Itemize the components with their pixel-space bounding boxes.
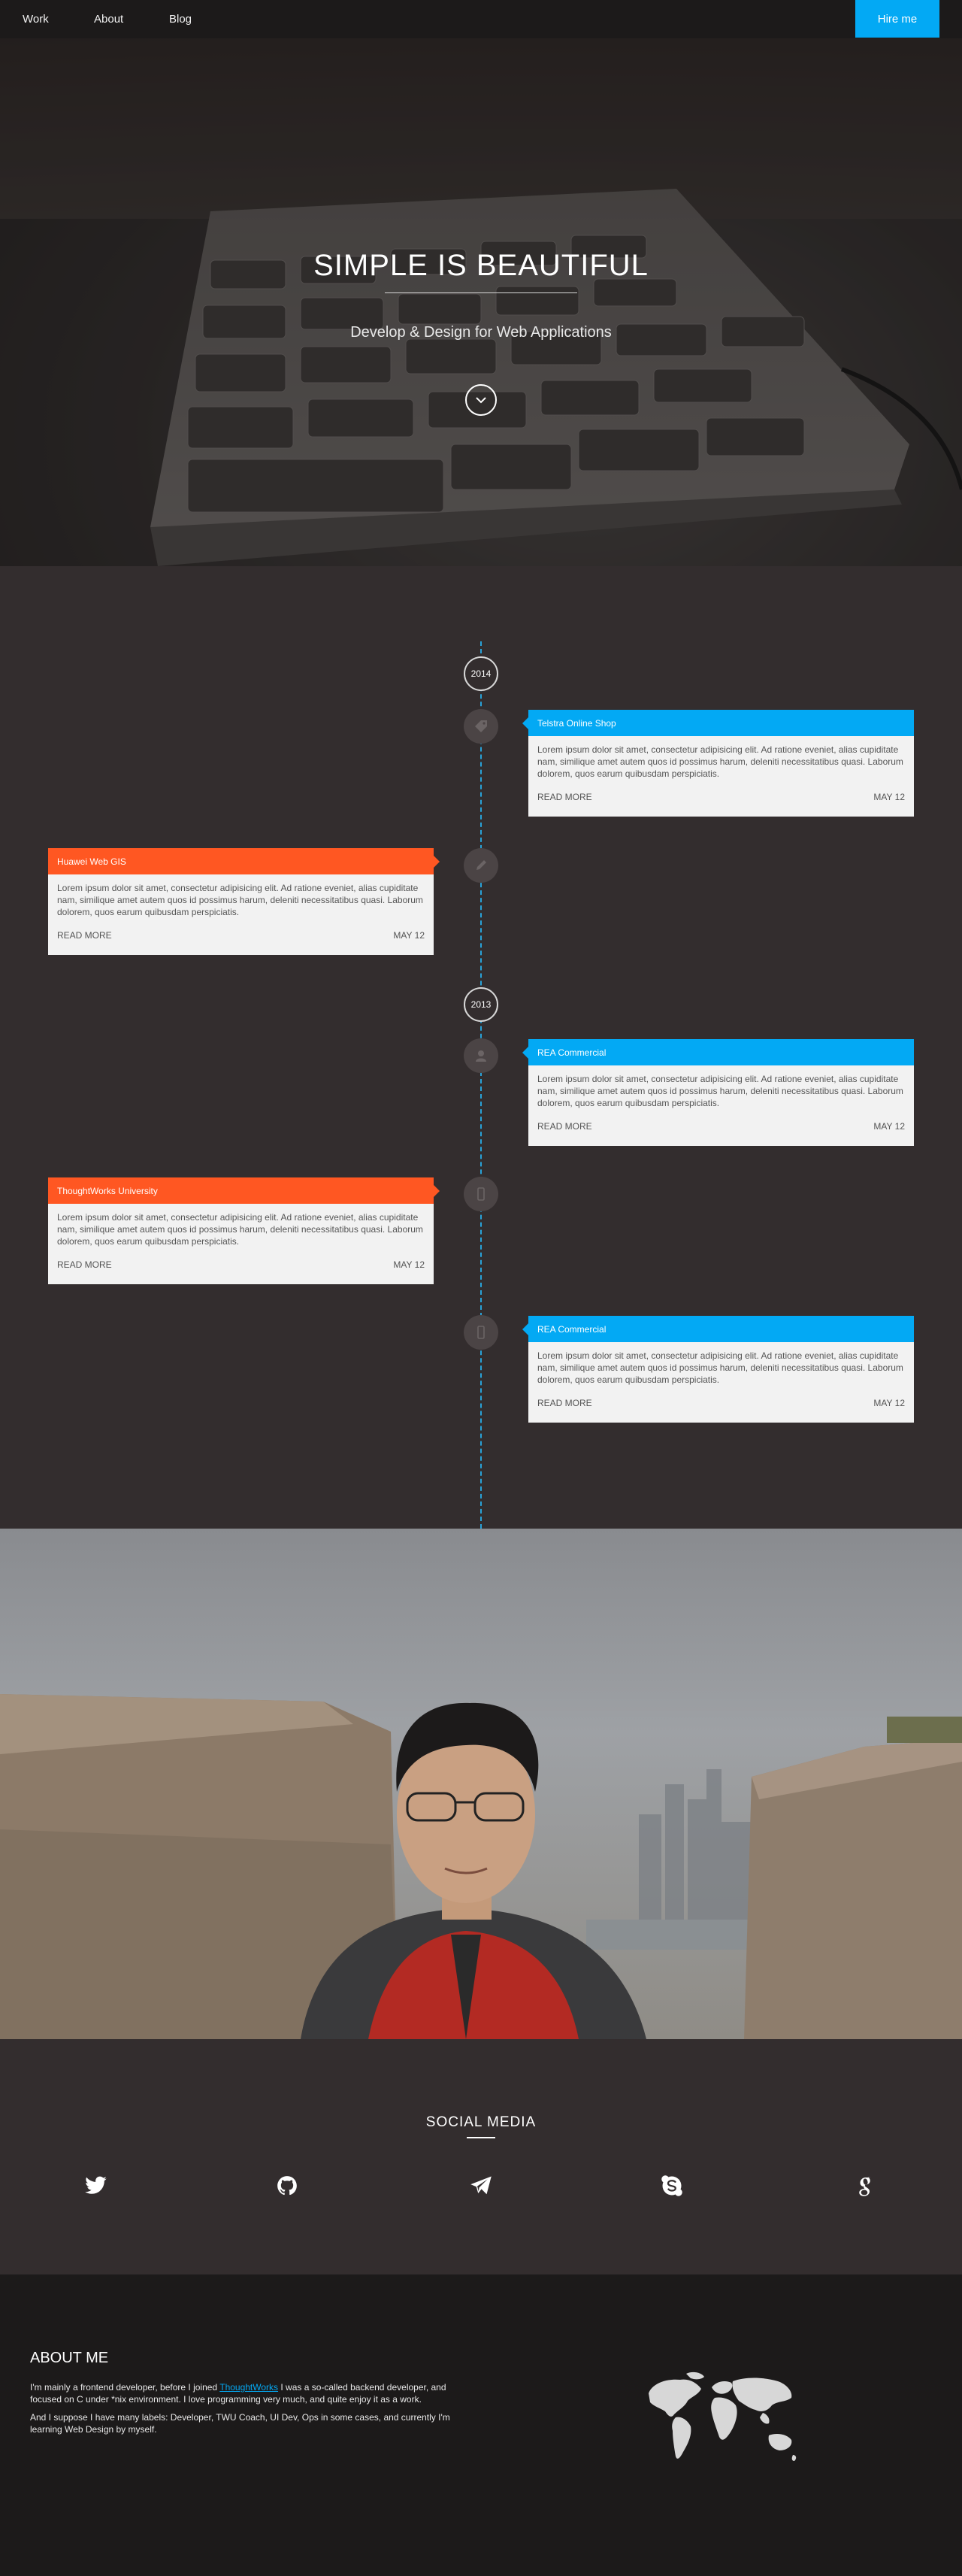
read-more-link[interactable]: READ MORE xyxy=(57,1259,112,1270)
mobile-icon xyxy=(477,1187,485,1201)
card-date: MAY 12 xyxy=(393,930,425,941)
social-media-section: SOCIAL MEDIA xyxy=(0,2039,962,2274)
read-more-link[interactable]: READ MORE xyxy=(537,792,592,802)
timeline-node xyxy=(464,1315,498,1350)
card-title[interactable]: REA Commercial xyxy=(528,1316,914,1342)
card-body: Lorem ipsum dolor sit amet, consectetur … xyxy=(57,1212,423,1247)
year-marker-2013: 2013 xyxy=(464,987,498,1022)
hero-section: SIMPLE IS BEAUTIFUL Develop & Design for… xyxy=(0,38,962,566)
timeline-card[interactable]: Telstra Online Shop Lorem ipsum dolor si… xyxy=(522,710,914,817)
world-map-icon xyxy=(649,2371,797,2461)
about-title: ABOUT ME xyxy=(30,2350,109,2366)
timeline-card[interactable]: REA Commercial Lorem ipsum dolor sit ame… xyxy=(522,1316,914,1423)
social-title: SOCIAL MEDIA xyxy=(425,2114,537,2130)
scroll-down-button[interactable] xyxy=(465,384,497,416)
read-more-link[interactable]: READ MORE xyxy=(537,1398,592,1408)
about-text: I'm mainly a frontend developer, before … xyxy=(30,2382,220,2393)
timeline-node xyxy=(464,709,498,744)
card-body: Lorem ipsum dolor sit amet, consectetur … xyxy=(537,744,903,779)
about-paragraph-2: And I suppose I have many labels: Develo… xyxy=(30,2412,450,2435)
timeline-node xyxy=(464,1038,498,1073)
timeline-axis xyxy=(480,641,482,1529)
card-body: Lorem ipsum dolor sit amet, consectetur … xyxy=(537,1074,903,1108)
hire-me-button[interactable]: Hire me xyxy=(855,0,939,38)
telegram-link[interactable] xyxy=(466,2171,496,2201)
card-title[interactable]: Huawei Web GIS xyxy=(48,848,434,874)
nav-blog[interactable]: Blog xyxy=(169,13,192,26)
card-date: MAY 12 xyxy=(873,1398,905,1408)
pencil-icon xyxy=(476,860,486,870)
google-link[interactable] xyxy=(851,2171,881,2201)
timeline-section: 2014 Telstra Online Shop Lorem ipsum dol… xyxy=(0,566,962,1529)
card-body: Lorem ipsum dolor sit amet, consectetur … xyxy=(537,1350,903,1385)
timeline-card[interactable]: REA Commercial Lorem ipsum dolor sit ame… xyxy=(522,1039,914,1146)
about-paragraph-1: I'm mainly a frontend developer, before … xyxy=(30,2381,458,2405)
timeline-card[interactable]: Huawei Web GIS Lorem ipsum dolor sit ame… xyxy=(48,848,440,955)
card-date: MAY 12 xyxy=(873,792,905,802)
card-title[interactable]: REA Commercial xyxy=(528,1039,914,1065)
github-link[interactable] xyxy=(272,2171,302,2201)
hero-subtitle: Develop & Design for Web Applications xyxy=(350,324,612,341)
read-more-link[interactable]: READ MORE xyxy=(537,1121,592,1132)
chevron-down-icon xyxy=(476,397,486,404)
keyboard-photo xyxy=(0,38,962,566)
telegram-icon xyxy=(470,2176,492,2195)
hero-title: SIMPLE IS BEAUTIFUL xyxy=(313,249,649,282)
nav-about[interactable]: About xyxy=(94,13,123,26)
twitter-link[interactable] xyxy=(81,2171,111,2201)
google-icon xyxy=(859,2177,871,2196)
tag-icon xyxy=(475,720,487,732)
timeline-card[interactable]: ThoughtWorks University Lorem ipsum dolo… xyxy=(48,1177,440,1284)
top-nav: Work About Blog Hire me xyxy=(0,0,962,38)
nav-work[interactable]: Work xyxy=(23,13,49,26)
github-icon xyxy=(277,2176,297,2196)
thoughtworks-link[interactable]: ThoughtWorks xyxy=(219,2382,278,2393)
year-marker-2014: 2014 xyxy=(464,656,498,691)
timeline-node xyxy=(464,848,498,883)
portrait-photo xyxy=(0,1529,962,2039)
skype-icon xyxy=(661,2175,682,2196)
portrait-image xyxy=(0,1694,962,2039)
hero-divider xyxy=(385,292,577,293)
timeline-node xyxy=(464,1177,498,1211)
card-body: Lorem ipsum dolor sit amet, consectetur … xyxy=(57,883,423,917)
about-section: ABOUT ME I'm mainly a frontend developer… xyxy=(0,2274,962,2576)
skype-link[interactable] xyxy=(657,2171,687,2201)
mobile-icon xyxy=(477,1326,485,1339)
card-title[interactable]: ThoughtWorks University xyxy=(48,1177,434,1204)
twitter-icon xyxy=(85,2176,107,2194)
read-more-link[interactable]: READ MORE xyxy=(57,930,112,941)
social-divider xyxy=(467,2137,495,2138)
user-icon xyxy=(476,1050,486,1062)
card-date: MAY 12 xyxy=(873,1121,905,1132)
card-date: MAY 12 xyxy=(393,1259,425,1270)
card-title[interactable]: Telstra Online Shop xyxy=(528,710,914,736)
